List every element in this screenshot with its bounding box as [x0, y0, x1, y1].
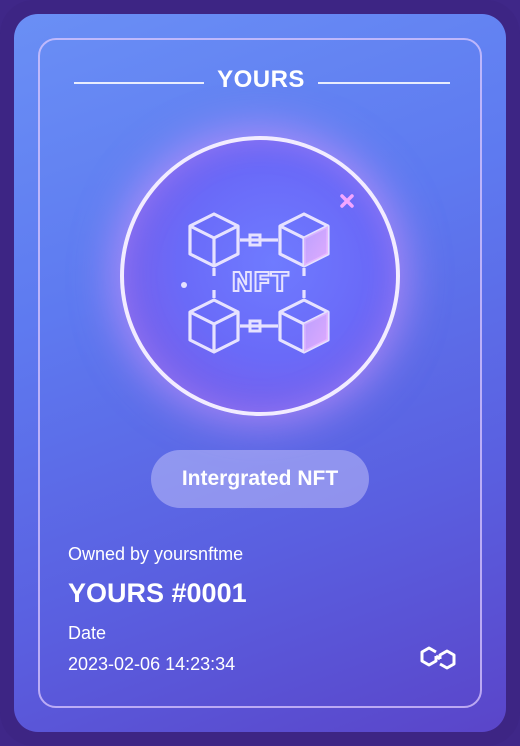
token-name: YOURS #0001 — [68, 578, 247, 608]
nft-blocks-icon: NFT — [181, 194, 354, 354]
date-value: 2023-02-06 14:23:34 — [68, 654, 236, 674]
nft-emblem-text: NFT — [231, 268, 289, 298]
polygon-chain-icon — [420, 646, 456, 670]
owner-text: Owned by yoursnftme — [68, 544, 244, 564]
nft-card: YOURS NFT Intergrated NFT Owned by yours… — [0, 0, 520, 746]
date-label: Date — [68, 623, 107, 643]
card-face: YOURS NFT Intergrated NFT Owned by yours… — [14, 14, 506, 732]
brand-title: YOURS — [217, 66, 305, 93]
nft-emblem: NFT — [120, 136, 400, 416]
header-divider-left — [74, 82, 204, 84]
header-divider-right — [318, 82, 450, 84]
integration-badge: Intergrated NFT — [151, 450, 369, 508]
